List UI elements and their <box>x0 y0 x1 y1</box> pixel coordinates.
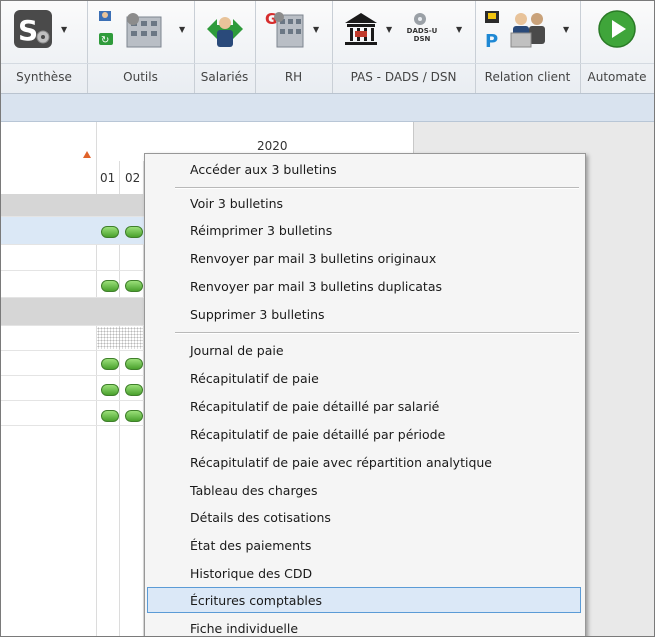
chevron-down-icon[interactable]: ▼ <box>456 25 462 34</box>
menu-item-renvoyer-originaux[interactable]: Renvoyer par mail 3 bulletins originaux <box>147 245 581 271</box>
status-pill[interactable] <box>101 358 119 370</box>
status-pill[interactable] <box>101 384 119 396</box>
header-band <box>1 94 654 122</box>
ribbon-group-outils[interactable]: ↻ ▼ Outils <box>87 1 195 93</box>
dads-dsn-label: DADS-U DSN <box>406 27 438 43</box>
menu-item-recapitulatif-paie[interactable]: Récapitulatif de paie <box>147 365 581 391</box>
sort-ascending-icon[interactable] <box>83 151 91 158</box>
ribbon-group-label: Relation client <box>484 70 571 84</box>
menu-item-recap-par-periode[interactable]: Récapitulatif de paie détaillé par pério… <box>147 421 581 447</box>
ribbon-group-relation-client[interactable]: P ▼ Relation client <box>475 1 581 93</box>
menu-item-supprimer-bulletins[interactable]: Supprimer 3 bulletins <box>147 301 581 327</box>
ribbon-group-rh[interactable]: G ▼ RH <box>255 1 333 93</box>
ribbon-group-label: PAS - DADS / DSN <box>350 70 457 84</box>
menu-item-renvoyer-duplicatas[interactable]: Renvoyer par mail 3 bulletins duplicatas <box>147 273 581 299</box>
menu-item-etat-paiements[interactable]: État des paiements <box>147 532 581 558</box>
ribbon-group-pas-dads-dsn[interactable]: ▼ DADS-U DSN ▼ PAS - DADS / DSN <box>332 1 476 93</box>
bank-icon[interactable] <box>341 9 381 49</box>
status-pill[interactable] <box>125 226 143 238</box>
hr-icon[interactable]: G <box>265 9 305 49</box>
ribbon-group-label: Salariés <box>200 70 249 84</box>
app-window: S ▼ Synthèse ↻ ▼ Outils Salariés G ▼ RH … <box>0 0 655 637</box>
chevron-down-icon[interactable]: ▼ <box>61 25 67 34</box>
menu-item-acceder-bulletins[interactable]: Accéder aux 3 bulletins <box>147 156 581 182</box>
status-pill[interactable] <box>101 280 119 292</box>
status-pill[interactable] <box>125 358 143 370</box>
ribbon-group-synthese[interactable]: S ▼ Synthèse <box>1 1 88 93</box>
chevron-down-icon[interactable]: ▼ <box>563 25 569 34</box>
menu-item-reimprimer-bulletins[interactable]: Réimprimer 3 bulletins <box>147 217 581 243</box>
year-header: 2020 <box>257 139 288 153</box>
ribbon-toolbar: S ▼ Synthèse ↻ ▼ Outils Salariés G ▼ RH … <box>1 1 654 94</box>
status-pill[interactable] <box>125 410 143 422</box>
tools-icon[interactable]: ↻ <box>97 9 177 49</box>
menu-item-recap-analytique[interactable]: Récapitulatif de paie avec répartition a… <box>147 449 581 475</box>
employees-icon[interactable] <box>205 9 245 49</box>
ribbon-group-label: Automate <box>587 70 647 84</box>
status-pill[interactable] <box>101 410 119 422</box>
svg-text:P: P <box>485 31 498 52</box>
ribbon-group-label: Outils <box>123 70 158 84</box>
menu-item-historique-cdd[interactable]: Historique des CDD <box>147 560 581 586</box>
context-menu: Accéder aux 3 bulletins Voir 3 bulletins… <box>144 153 586 636</box>
chevron-down-icon[interactable]: ▼ <box>313 25 319 34</box>
svg-text:↻: ↻ <box>101 35 109 46</box>
status-pill[interactable] <box>125 384 143 396</box>
menu-item-voir-bulletins[interactable]: Voir 3 bulletins <box>147 190 581 216</box>
status-pill[interactable] <box>101 226 119 238</box>
chevron-down-icon[interactable]: ▼ <box>179 25 185 34</box>
menu-item-journal-paie[interactable]: Journal de paie <box>147 337 581 363</box>
menu-separator <box>175 332 579 334</box>
menu-item-fiche-individuelle[interactable]: Fiche individuelle <box>147 615 581 636</box>
ribbon-group-salaries[interactable]: Salariés <box>194 1 256 93</box>
menu-item-ecritures-comptables[interactable]: Écritures comptables <box>147 587 581 613</box>
column-header-month[interactable]: 02 <box>125 171 140 185</box>
status-pill[interactable] <box>125 280 143 292</box>
play-icon[interactable] <box>597 9 637 49</box>
customer-relation-icon[interactable]: P <box>483 9 559 52</box>
menu-item-tableau-charges[interactable]: Tableau des charges <box>147 477 581 503</box>
empty-cell-pattern <box>97 327 143 349</box>
dads-dsn-icon[interactable]: DADS-U DSN <box>400 9 444 49</box>
column-header-month[interactable]: 01 <box>100 171 115 185</box>
menu-separator <box>175 187 579 189</box>
ribbon-group-label: RH <box>284 70 303 84</box>
menu-item-details-cotisations[interactable]: Détails des cotisations <box>147 504 581 530</box>
ribbon-group-automate[interactable]: Automate <box>580 1 654 93</box>
svg-text:S: S <box>18 14 38 47</box>
synthese-icon[interactable]: S <box>13 9 53 49</box>
menu-item-recap-par-salarie[interactable]: Récapitulatif de paie détaillé par salar… <box>147 393 581 419</box>
ribbon-group-label: Synthèse <box>16 70 72 84</box>
chevron-down-icon[interactable]: ▼ <box>386 25 392 34</box>
